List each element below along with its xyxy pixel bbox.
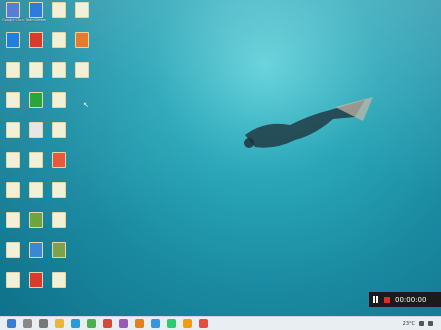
file-icon	[6, 122, 20, 138]
screen-recorder-widget[interactable]: 00:00:00	[369, 292, 441, 307]
file-icon	[6, 62, 20, 78]
file-icon	[52, 32, 66, 48]
mouse-cursor-icon: ↖	[83, 101, 89, 109]
app-icon[interactable]	[167, 319, 176, 328]
desktop-icon[interactable]	[48, 272, 70, 298]
desktop-icon[interactable]	[25, 242, 47, 268]
edge-icon[interactable]	[71, 319, 80, 328]
desktop-icon[interactable]	[25, 122, 47, 148]
weather-text[interactable]: 23°C	[403, 321, 415, 327]
desktop-icon[interactable]	[48, 122, 70, 148]
file-icon	[52, 92, 66, 108]
file-icon	[29, 92, 43, 108]
file-icon	[6, 152, 20, 168]
desktop-icon[interactable]	[2, 212, 24, 238]
desktop-icon[interactable]	[48, 62, 70, 88]
desktop-icon[interactable]	[48, 152, 70, 178]
desktop-icon[interactable]	[48, 92, 70, 118]
desktop-icon[interactable]	[48, 32, 70, 58]
desktop-icon[interactable]	[2, 182, 24, 208]
volume-icon[interactable]	[428, 321, 433, 326]
file-icon	[52, 212, 66, 228]
file-icon	[6, 32, 20, 48]
file-icon	[29, 62, 43, 78]
stop-icon[interactable]	[384, 296, 390, 303]
file-icon	[29, 212, 43, 228]
file-icon	[52, 152, 66, 168]
chrome-icon[interactable]	[87, 319, 96, 328]
desktop-icon[interactable]	[71, 2, 93, 28]
desktop-icon[interactable]	[25, 92, 47, 118]
desktop-icon[interactable]	[48, 212, 70, 238]
app-icon[interactable]	[183, 319, 192, 328]
file-icon	[29, 272, 43, 288]
desktop-icon[interactable]	[48, 2, 70, 28]
app-icon[interactable]	[151, 319, 160, 328]
file-icon	[29, 32, 43, 48]
desktop-icon-label: Google Chrome	[2, 18, 24, 22]
file-icon	[29, 122, 43, 138]
file-icon	[29, 2, 43, 18]
file-icon	[6, 182, 20, 198]
search-icon[interactable]	[23, 319, 32, 328]
file-icon	[52, 272, 66, 288]
file-icon	[75, 2, 89, 18]
desktop-icon[interactable]	[25, 182, 47, 208]
file-icon	[6, 272, 20, 288]
file-icon	[29, 182, 43, 198]
file-icon	[6, 92, 20, 108]
app-icon[interactable]	[103, 319, 112, 328]
file-icon	[52, 62, 66, 78]
file-icon	[6, 242, 20, 258]
file-icon	[6, 212, 20, 228]
file-icon	[52, 182, 66, 198]
file-icon	[52, 2, 66, 18]
file-icon	[52, 122, 66, 138]
file-icon	[6, 2, 20, 18]
system-tray: 23°C	[403, 321, 441, 327]
taskview-icon[interactable]	[39, 319, 48, 328]
desktop-icon[interactable]	[2, 62, 24, 88]
desktop-icon[interactable]: Google Chrome	[2, 2, 24, 28]
file-icon	[29, 242, 43, 258]
desktop-icon[interactable]	[25, 62, 47, 88]
pause-icon[interactable]	[373, 296, 379, 303]
desktop-icon[interactable]	[48, 242, 70, 268]
desktop-icon[interactable]	[25, 212, 47, 238]
desktop-icon[interactable]	[2, 152, 24, 178]
desktop-icon[interactable]	[71, 32, 93, 58]
wallpaper-diver	[244, 97, 373, 148]
file-icon	[75, 32, 89, 48]
desktop-icon[interactable]	[25, 152, 47, 178]
desktop-icon[interactable]	[25, 32, 47, 58]
desktop-icon[interactable]	[2, 92, 24, 118]
file-icon	[75, 62, 89, 78]
app-icon[interactable]	[119, 319, 128, 328]
file-icon	[52, 242, 66, 258]
desktop-icon-label: TeamViewer	[25, 18, 47, 22]
folder-icon[interactable]	[55, 319, 64, 328]
recorder-timer: 00:00:00	[395, 295, 427, 304]
start-icon[interactable]	[7, 319, 16, 328]
desktop-icon[interactable]	[2, 272, 24, 298]
taskbar: 23°C	[0, 316, 441, 330]
desktop-icon[interactable]	[2, 32, 24, 58]
desktop-icon[interactable]	[25, 272, 47, 298]
file-icon	[29, 152, 43, 168]
desktop-icon[interactable]	[2, 242, 24, 268]
desktop-icon[interactable]	[48, 182, 70, 208]
app-icon[interactable]	[135, 319, 144, 328]
desktop-icon[interactable]: TeamViewer	[25, 2, 47, 28]
app-icon[interactable]	[199, 319, 208, 328]
desktop-icon[interactable]	[2, 122, 24, 148]
desktop-icon[interactable]	[71, 62, 93, 88]
network-icon[interactable]	[419, 321, 424, 326]
